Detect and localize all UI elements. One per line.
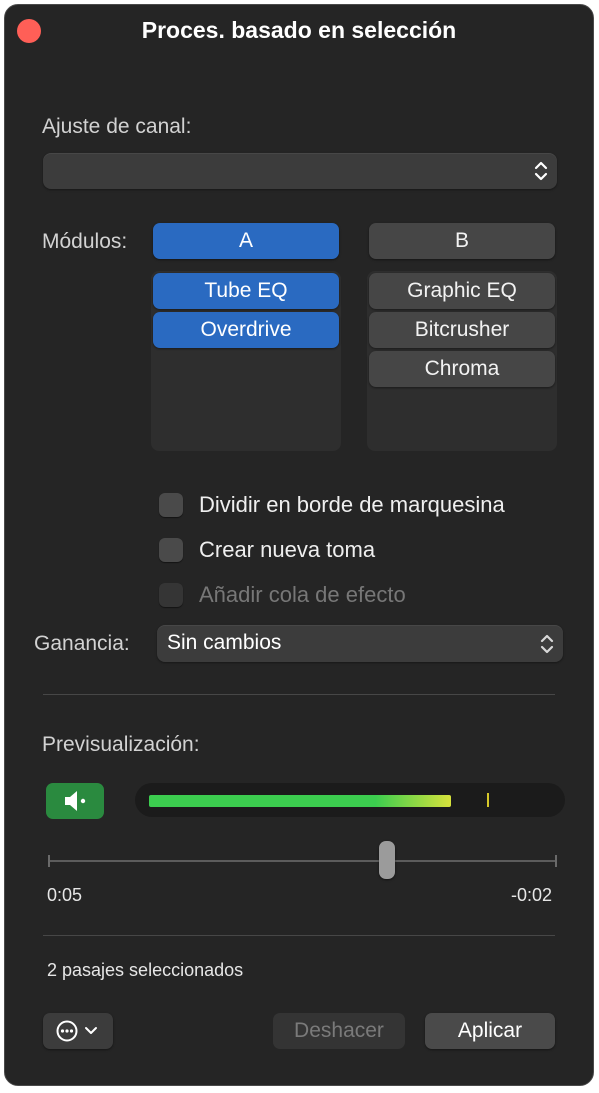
track-end-cap (555, 855, 557, 867)
elapsed-time: 0:05 (47, 885, 83, 905)
preview-label: Previsualización: (42, 733, 200, 756)
module-a-header-button[interactable]: A (153, 223, 339, 259)
gain-value: Sin cambios (167, 631, 282, 654)
level-meter-fill (149, 795, 451, 807)
preview-position-slider-thumb[interactable] (378, 841, 395, 879)
module-a-item[interactable]: Tube EQ (153, 273, 339, 309)
divider (43, 935, 555, 936)
modules-label: Módulos: (42, 230, 128, 253)
split-marquee-checkbox[interactable] (159, 493, 183, 517)
window-title: Proces. basado en selección (141, 17, 457, 43)
track-start-cap (48, 855, 50, 867)
channel-strip-popup[interactable] (43, 153, 557, 189)
preview-speaker-button[interactable] (46, 783, 104, 819)
dialog-window: Proces. basado en selección Ajuste de ca… (4, 4, 594, 1086)
gain-label: Ganancia: (34, 632, 130, 655)
split-marquee-label: Dividir en borde de marquesina (199, 492, 505, 517)
undo-button[interactable]: Deshacer (273, 1013, 405, 1049)
level-meter-peak (487, 793, 489, 807)
preview-level-meter (135, 783, 565, 817)
remaining-time: -0:02 (510, 885, 552, 905)
selection-status: 2 pasajes seleccionados (47, 960, 244, 980)
new-take-option[interactable]: Crear nueva toma (159, 537, 375, 563)
module-b-item[interactable]: Chroma (369, 351, 555, 387)
module-a-item[interactable]: Overdrive (153, 312, 339, 348)
split-marquee-option[interactable]: Dividir en borde de marquesina (159, 492, 505, 518)
apply-button[interactable]: Aplicar (425, 1013, 555, 1049)
channel-strip-label: Ajuste de canal: (42, 115, 192, 138)
module-b-header-button[interactable]: B (369, 223, 555, 259)
module-b-item[interactable]: Bitcrusher (369, 312, 555, 348)
up-down-chevron-icon (540, 634, 554, 653)
module-b-item[interactable]: Graphic EQ (369, 273, 555, 309)
ellipsis-circle-icon (56, 1020, 97, 1042)
effect-tail-label: Añadir cola de efecto (199, 582, 406, 607)
up-down-chevron-icon (534, 161, 548, 181)
more-options-button[interactable] (43, 1013, 113, 1049)
new-take-checkbox[interactable] (159, 538, 183, 562)
gain-popup[interactable]: Sin cambios (157, 625, 563, 662)
preview-position-track[interactable] (49, 860, 557, 862)
effect-tail-checkbox (159, 583, 183, 607)
new-take-label: Crear nueva toma (199, 537, 376, 562)
effect-tail-option: Añadir cola de efecto (159, 582, 406, 608)
speaker-icon (65, 791, 86, 811)
divider (43, 694, 555, 695)
